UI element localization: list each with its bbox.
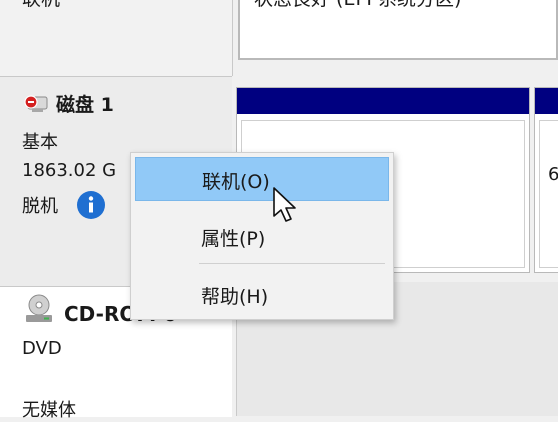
menu-item-label: 属性(P) <box>201 228 266 250</box>
disk0-efi-volume-status: 状态良好 (EFI 系统分区) <box>254 0 461 11</box>
disk0-label-panel[interactable]: 联机 <box>0 0 233 76</box>
partition-size-text: 6 <box>548 164 558 185</box>
menu-item-label: 联机(O) <box>202 171 270 193</box>
context-menu: 联机(O) 属性(P) 帮助(H) <box>130 152 394 320</box>
mouse-cursor-icon <box>273 187 296 222</box>
menu-item-online[interactable]: 联机(O) <box>135 157 389 201</box>
disk1-size: 1863.02 G <box>22 160 117 181</box>
info-icon[interactable] <box>76 190 106 220</box>
menu-item-label: 帮助(H) <box>201 286 269 308</box>
menu-item-help[interactable]: 帮助(H) <box>135 273 389 317</box>
cdrom-type: DVD <box>22 338 62 359</box>
menu-separator <box>199 263 385 264</box>
disk0-efi-volume[interactable]: 状态良好 (EFI 系统分区) <box>238 0 558 60</box>
partition-header-bar <box>237 88 529 114</box>
menu-item-properties[interactable]: 属性(P) <box>135 215 389 259</box>
disk0-status-text: 联机 <box>22 0 60 11</box>
disk1-status: 脱机 <box>22 196 58 217</box>
disk1-type: 基本 <box>22 132 58 153</box>
disk-offline-icon <box>24 95 48 112</box>
disk1-name: 磁盘 1 <box>56 94 114 116</box>
partition-body <box>539 120 558 268</box>
cd-drive-icon <box>26 294 52 322</box>
cdrom-media-status: 无媒体 <box>22 400 76 421</box>
partition-header-bar <box>535 88 558 114</box>
